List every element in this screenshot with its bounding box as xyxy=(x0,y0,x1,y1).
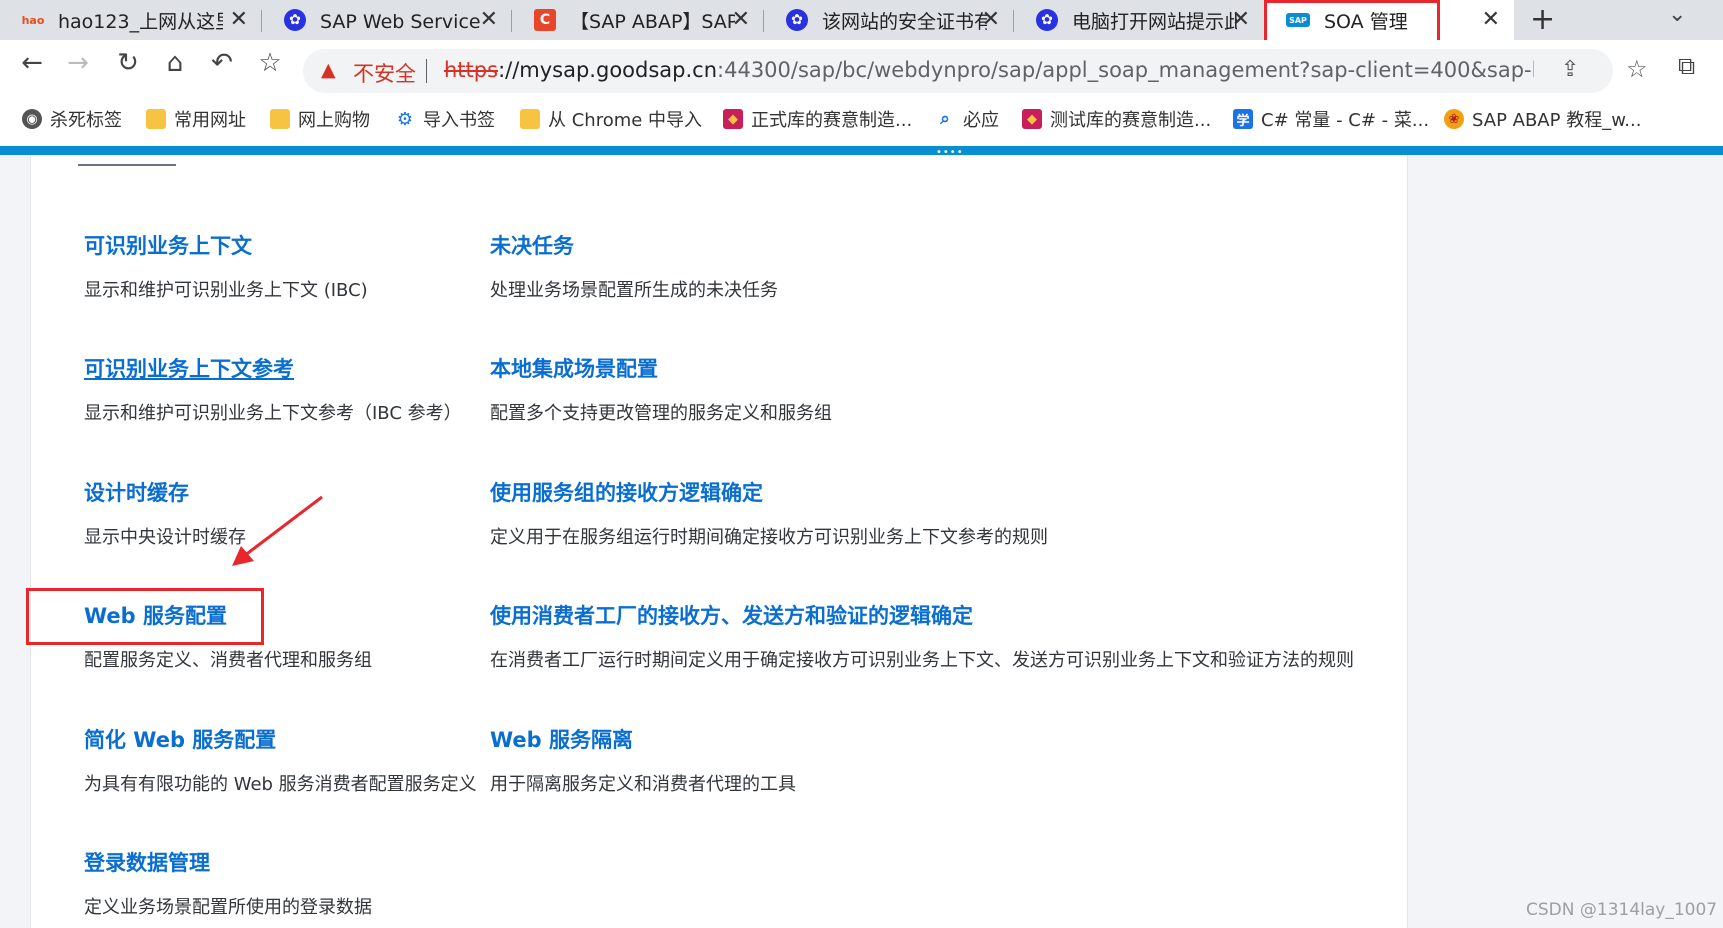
watermark: CSDN @1314lay_1007 xyxy=(1526,900,1718,920)
annotation-arrow xyxy=(232,495,323,566)
